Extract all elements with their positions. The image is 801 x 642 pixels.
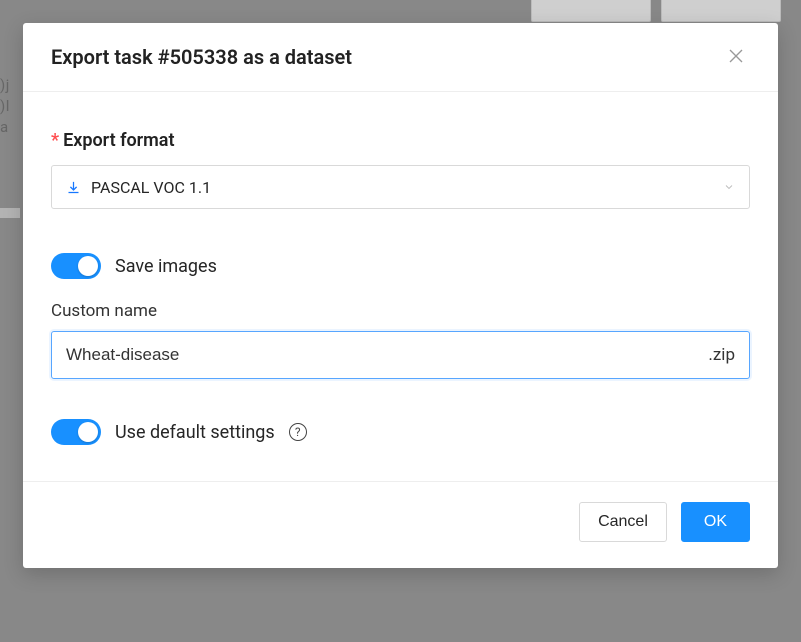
toggle-knob [78,422,98,442]
toggle-knob [78,256,98,276]
save-images-row: Save images [51,253,750,279]
select-value-wrap: PASCAL VOC 1.1 [66,178,211,197]
ok-button[interactable]: OK [681,502,750,542]
export-format-select[interactable]: PASCAL VOC 1.1 [51,165,750,209]
custom-name-input-wrap: .zip [51,331,750,379]
default-settings-row: Use default settings ? [51,419,750,445]
bg-button [661,0,781,22]
export-dataset-modal: Export task #505338 as a dataset *Export… [23,23,778,568]
custom-name-label: Custom name [51,301,750,321]
chevron-down-icon [723,181,735,193]
custom-name-input[interactable] [52,332,708,378]
background-bar [0,208,20,218]
close-button[interactable] [722,43,750,71]
help-icon[interactable]: ? [289,423,307,441]
download-icon [66,180,81,195]
default-settings-toggle[interactable] [51,419,101,445]
close-icon [727,47,745,68]
background-toolbar [531,0,781,22]
export-format-label: *Export format [51,130,750,151]
background-text: )j)la [0,75,10,138]
save-images-toggle[interactable] [51,253,101,279]
export-format-value: PASCAL VOC 1.1 [91,178,211,197]
modal-header: Export task #505338 as a dataset [23,23,778,92]
modal-body: *Export format PASCAL VOC 1.1 Save image… [23,92,778,482]
modal-title: Export task #505338 as a dataset [51,45,352,69]
custom-name-suffix: .zip [708,345,735,365]
modal-footer: Cancel OK [23,482,778,568]
default-settings-label: Use default settings [115,422,275,443]
required-star-icon: * [51,130,59,151]
cancel-button[interactable]: Cancel [579,502,667,542]
bg-button [531,0,651,22]
save-images-label: Save images [115,256,217,277]
